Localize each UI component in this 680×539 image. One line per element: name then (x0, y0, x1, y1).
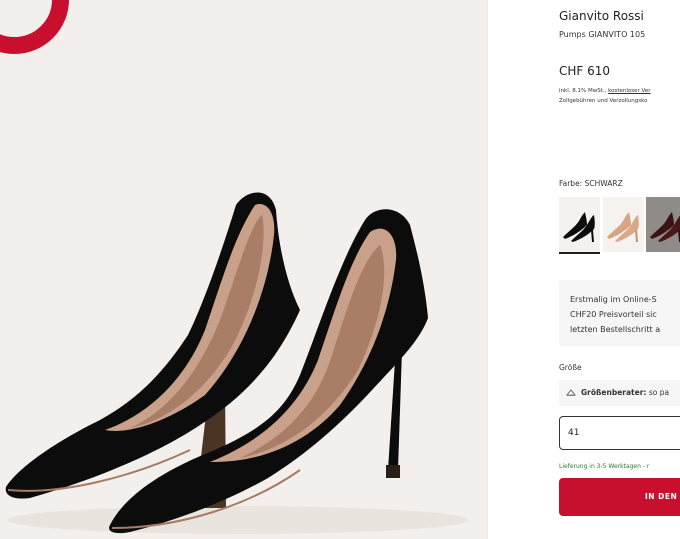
product-photo (5, 192, 468, 534)
size-advisor[interactable]: Größenberater: so pa (559, 380, 680, 406)
promo-line-1: Erstmalig im Online-S (570, 295, 657, 304)
promo-box: Erstmalig im Online-S CHF20 Preisvorteil… (559, 280, 680, 346)
promo-line-2: CHF20 Preisvorteil sic (570, 310, 657, 319)
ruler-icon (566, 389, 576, 396)
size-advisor-text: Größenberater: so pa (581, 388, 669, 397)
product-price: CHF 610 (559, 64, 611, 78)
brand-name[interactable]: Gianvito Rossi (559, 9, 644, 23)
swatch-shoe-nude-icon (607, 212, 639, 242)
color-label: Farbe: SCHWARZ (559, 179, 623, 188)
color-swatch-bordeaux[interactable] (646, 197, 680, 252)
tax-shipping-note: inkl. 8.1% MwSt., kostenloser Ver Zollge… (559, 86, 650, 106)
size-advisor-value: so pa (648, 388, 670, 397)
panel-divider (487, 0, 488, 539)
promo-line-3: letzten Bestellschritt a (570, 325, 661, 334)
size-advisor-label: Größenberater: (581, 388, 647, 397)
tax-note-line2: Zollgebühren und Verzollungsko (559, 98, 648, 104)
color-swatch-nude[interactable] (603, 197, 644, 252)
product-model: Pumps GIANVITO 105 (559, 30, 646, 39)
color-swatch-schwarz[interactable] (559, 197, 600, 254)
size-select[interactable]: 41 (559, 416, 680, 450)
swatch-shoe-bordeaux-icon (650, 212, 680, 242)
add-to-cart-button[interactable]: IN DEN (559, 478, 680, 516)
size-label: Größe (559, 363, 582, 372)
product-info-panel: Gianvito Rossi Pumps GIANVITO 105 CHF 61… (559, 0, 680, 539)
shipping-link[interactable]: kostenloser Ver (608, 88, 650, 94)
promo-text: Erstmalig im Online-S CHF20 Preisvorteil… (570, 292, 680, 337)
product-image-panel[interactable] (0, 0, 487, 539)
swatch-shoe-black-icon (563, 212, 595, 242)
add-to-cart-label: IN DEN (645, 492, 678, 501)
tax-note-prefix: inkl. 8.1% MwSt., (559, 88, 609, 94)
delivery-info: Lieferung in 3-5 Werktagen - r (559, 463, 650, 470)
size-selected-value: 41 (568, 428, 580, 438)
